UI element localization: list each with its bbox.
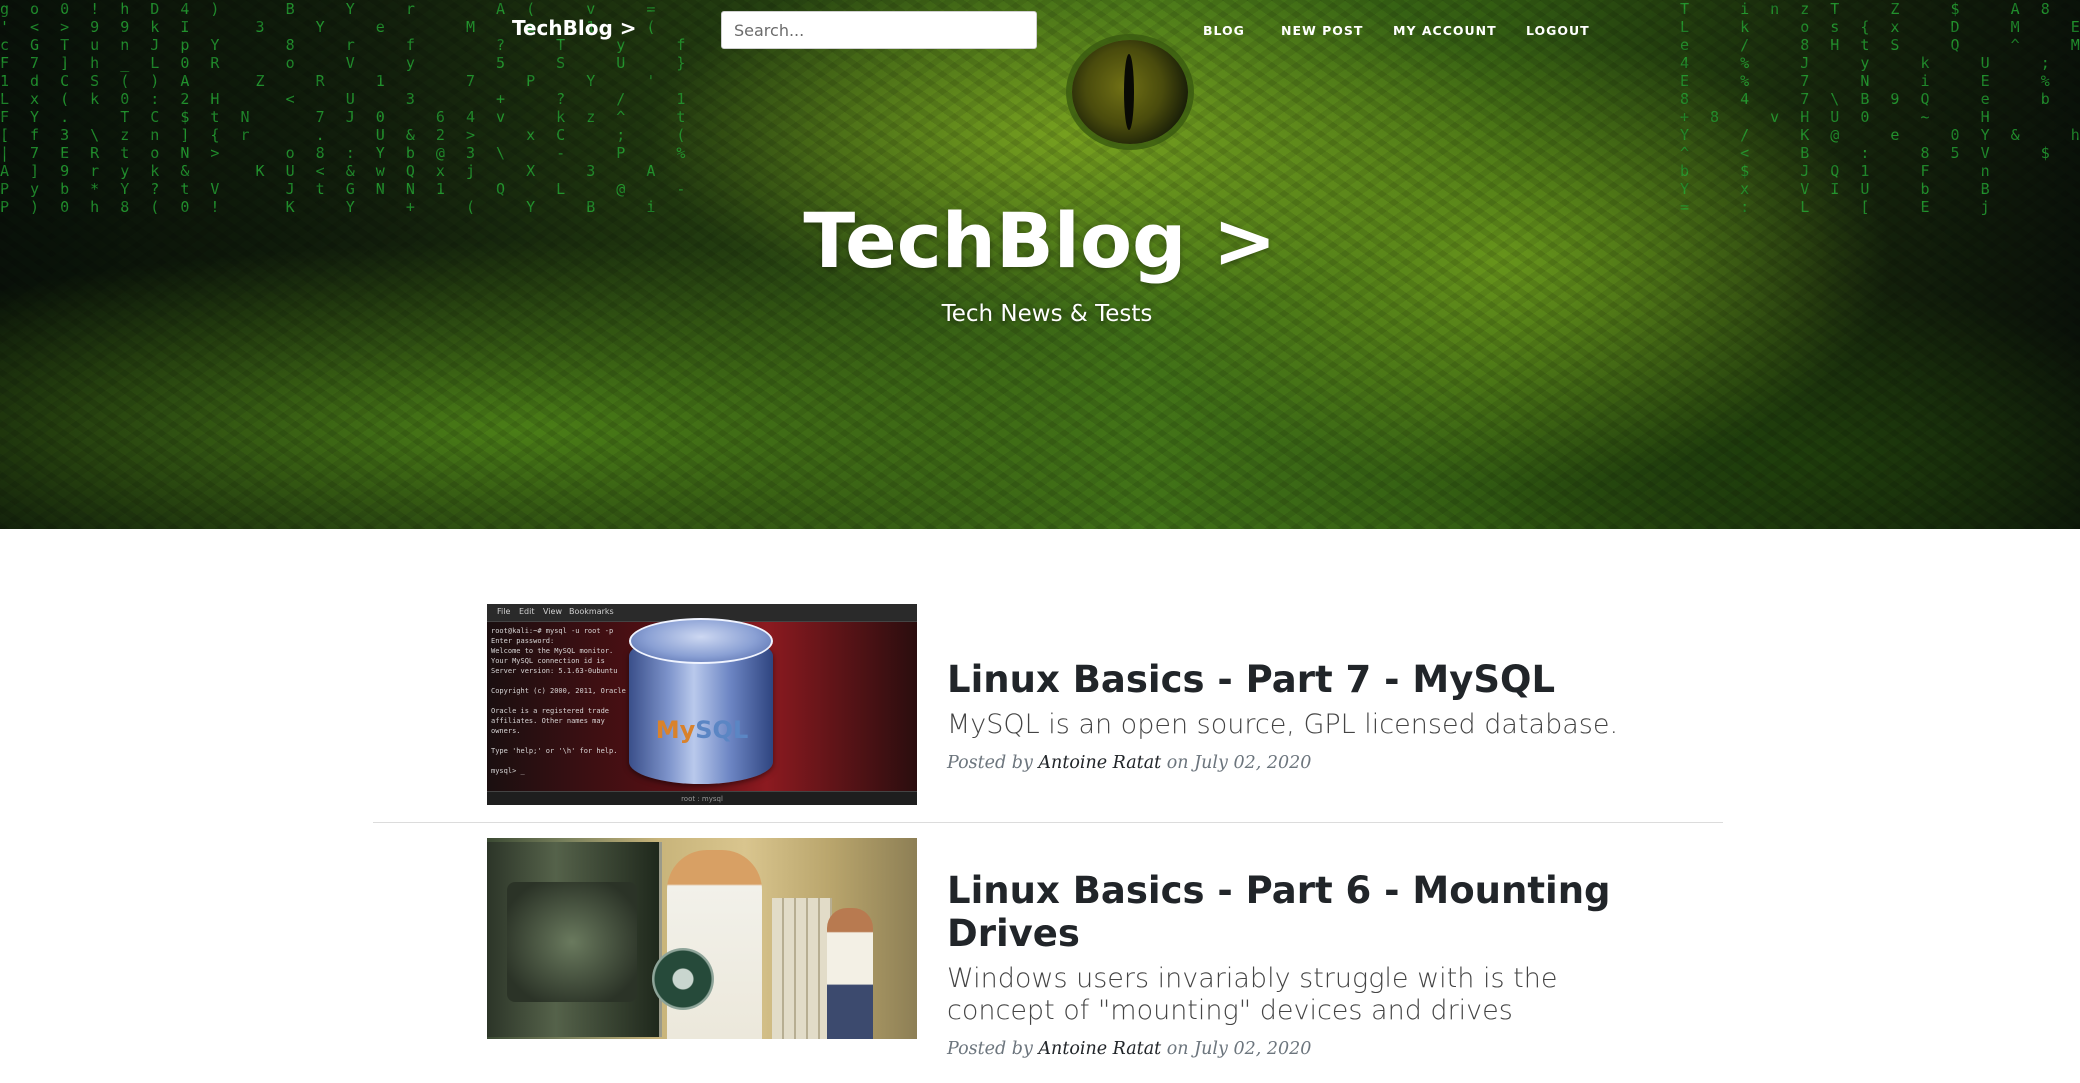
tape-drive-cabinet (487, 842, 662, 1037)
operator-figure (667, 850, 762, 1039)
post-meta: Posted by Antoine Ratat on July 02, 2020 (947, 753, 1667, 773)
post-meta: Posted by Antoine Ratat on July 02, 2020 (947, 1039, 1667, 1059)
post-date: on July 02, 2020 (1166, 1039, 1312, 1059)
terminal-statusbar: root : mysql (487, 791, 917, 805)
post-item: Linux Basics - Part 6 - Mounting Drives … (947, 869, 1667, 1059)
nav-item-new-post[interactable]: NEW POST (1281, 23, 1363, 38)
post-title[interactable]: Linux Basics - Part 6 - Mounting Drives (947, 869, 1667, 955)
nav-item-my-account[interactable]: MY ACCOUNT (1393, 23, 1497, 38)
main-nav: BLOG NEW POST MY ACCOUNT LOGOUT (0, 23, 2080, 43)
operator-figure-2 (827, 908, 873, 1039)
post-title[interactable]: Linux Basics - Part 7 - MySQL (947, 658, 1667, 701)
post-divider (373, 822, 1723, 823)
nav-item-blog[interactable]: BLOG (1203, 23, 1245, 38)
computer-racks (772, 898, 832, 1039)
database-cylinder-top (629, 618, 773, 664)
post-thumbnail-mounting[interactable] (487, 838, 917, 1039)
post-author-link[interactable]: Antoine Ratat (1038, 753, 1161, 773)
mysql-logo: MySQL (655, 716, 749, 744)
post-meta-prefix: Posted by (947, 1039, 1033, 1059)
post-item: Linux Basics - Part 7 - MySQL MySQL is a… (947, 658, 1667, 773)
post-subtitle: Windows users invariably struggle with i… (947, 963, 1558, 1026)
post-meta-prefix: Posted by (947, 753, 1033, 773)
hero-title: TechBlog > (803, 196, 1277, 285)
post-date: on July 02, 2020 (1166, 753, 1312, 773)
hero-banner: g o 0 ! h D 4 ) B Y r A ( v = a ! % 9 6 … (0, 0, 2080, 529)
nav-item-logout[interactable]: LOGOUT (1526, 23, 1590, 38)
post-subtitle: MySQL is an open source, GPL licensed da… (947, 709, 1619, 740)
tape-reel (652, 948, 714, 1010)
hero-subtitle: Tech News & Tests (941, 301, 1153, 327)
post-author-link[interactable]: Antoine Ratat (1038, 1039, 1161, 1059)
post-thumbnail-mysql[interactable]: File Edit View Bookmarks root@kali:~# mysql… (487, 604, 917, 805)
